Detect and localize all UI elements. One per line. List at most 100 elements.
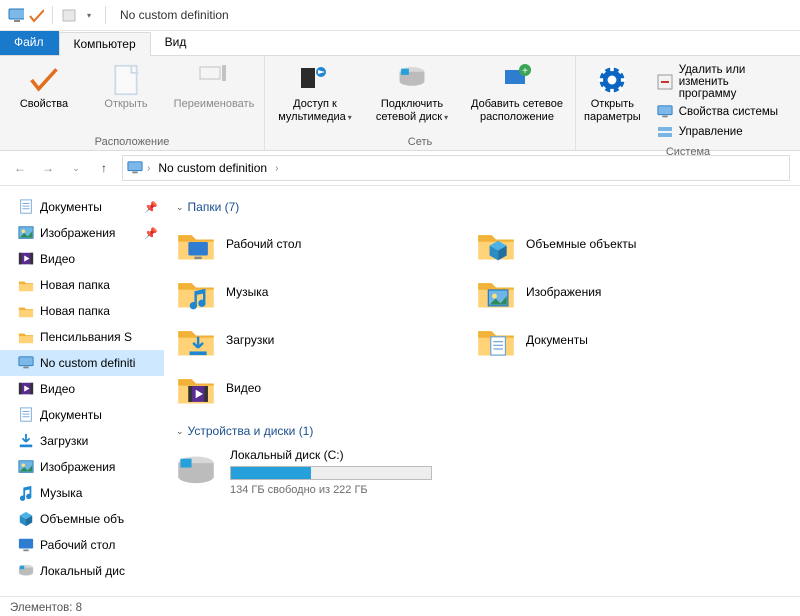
- downloads-folder-icon: [176, 320, 216, 360]
- folder-item[interactable]: Музыка: [176, 272, 436, 312]
- drive-item[interactable]: Локальный диск (C:) 134 ГБ свободно из 2…: [176, 448, 792, 496]
- desktop-icon: [18, 537, 34, 553]
- tree-item[interactable]: No custom definiti: [0, 350, 164, 376]
- open-button: Открыть: [90, 60, 162, 111]
- breadcrumb[interactable]: › No custom definition ›: [122, 155, 790, 181]
- 3d-folder-icon: [476, 224, 516, 264]
- pictures-icon: [18, 225, 34, 241]
- forward-button[interactable]: →: [38, 158, 58, 178]
- tree-item[interactable]: Изображения: [0, 454, 164, 480]
- tree-item[interactable]: Музыка: [0, 480, 164, 506]
- properties-button[interactable]: Свойства: [8, 60, 80, 111]
- tree-item-label: Изображения: [40, 226, 115, 240]
- ribbon-tabs: Файл Компьютер Вид: [0, 31, 800, 55]
- up-button[interactable]: ↑: [94, 158, 114, 178]
- downloads-icon: [18, 433, 34, 449]
- back-button[interactable]: ←: [10, 158, 30, 178]
- qat-pc-icon[interactable]: [8, 7, 24, 23]
- documents-folder-icon: [476, 320, 516, 360]
- folder-item[interactable]: Загрузки: [176, 320, 436, 360]
- tree-item[interactable]: Рабочий стол: [0, 532, 164, 558]
- status-bar: Элементов: 8: [0, 596, 800, 616]
- folder-label: Загрузки: [226, 333, 274, 347]
- tree-item[interactable]: Новая папка: [0, 298, 164, 324]
- separator: [105, 6, 106, 24]
- uninstall-program-button[interactable]: Удалить или изменить программу: [657, 64, 786, 100]
- tree-item-label: Музыка: [40, 486, 82, 500]
- ribbon-group-location: Свойства Открыть Переименовать Расположе…: [0, 56, 265, 150]
- tree-item[interactable]: Документы: [0, 402, 164, 428]
- open-settings-button[interactable]: Открыть параметры: [584, 60, 641, 124]
- documents-icon: [18, 199, 34, 215]
- add-network-location-button[interactable]: + Добавить сетевое расположение: [467, 60, 567, 124]
- qat-check-icon[interactable]: [28, 7, 44, 23]
- folder-label: Видео: [226, 381, 261, 395]
- documents-icon: [18, 407, 34, 423]
- tree-item-label: Локальный дис: [40, 564, 125, 578]
- folder-icon: [18, 303, 34, 319]
- folder-item[interactable]: Документы: [476, 320, 736, 360]
- tree-item-label: Видео: [40, 252, 75, 266]
- tree-item[interactable]: Новая папка: [0, 272, 164, 298]
- tree-item-label: Новая папка: [40, 278, 110, 292]
- separator: [52, 6, 53, 24]
- pictures-icon: [18, 459, 34, 475]
- tree-item-label: Пенсильвания S: [40, 330, 132, 344]
- tree-item-label: Загрузки: [40, 434, 88, 448]
- tree-item-label: No custom definiti: [40, 356, 135, 370]
- music-folder-icon: [176, 272, 216, 312]
- tab-view[interactable]: Вид: [151, 31, 202, 55]
- tab-file[interactable]: Файл: [0, 31, 59, 55]
- tree-item-label: Документы: [40, 408, 102, 422]
- qat-customize-dropdown[interactable]: ▾: [81, 7, 97, 23]
- tree-item[interactable]: Пенсильвания S: [0, 324, 164, 350]
- drive-name: Локальный диск (C:): [230, 448, 432, 462]
- ribbon-group-system: Открыть параметры Удалить или изменить п…: [576, 56, 800, 150]
- tree-item-label: Объемные объ: [40, 512, 124, 526]
- quick-access-toolbar: ▾: [4, 6, 114, 24]
- tree-item-label: Новая папка: [40, 304, 110, 318]
- tree-item-label: Видео: [40, 382, 75, 396]
- map-drive-button[interactable]: Подключить сетевой диск▾: [367, 60, 457, 124]
- breadcrumb-item[interactable]: No custom definition: [154, 161, 271, 175]
- manage-button[interactable]: Управление: [657, 124, 786, 140]
- titlebar: ▾ No custom definition: [0, 0, 800, 31]
- tree-item[interactable]: Загрузки: [0, 428, 164, 454]
- breadcrumb-pc-icon: [127, 160, 143, 176]
- folder-item[interactable]: Объемные объекты: [476, 224, 736, 264]
- rename-button: Переименовать: [172, 60, 256, 111]
- navigation-bar: ← → ⌄ ↑ › No custom definition ›: [0, 151, 800, 186]
- navigation-tree: Документы📌Изображения📌 Видео Новая папка Но…: [0, 186, 164, 596]
- tree-item[interactable]: Объемные объ: [0, 506, 164, 532]
- tree-item-label: Рабочий стол: [40, 538, 115, 552]
- tree-item[interactable]: Изображения📌: [0, 220, 164, 246]
- tree-item[interactable]: Локальный дис: [0, 558, 164, 584]
- folder-label: Объемные объекты: [526, 237, 636, 251]
- folder-label: Музыка: [226, 285, 268, 299]
- tree-item[interactable]: Видео: [0, 376, 164, 402]
- tab-computer[interactable]: Компьютер: [59, 32, 151, 56]
- folder-item[interactable]: Видео: [176, 368, 436, 408]
- qat-folder-icon[interactable]: [61, 7, 77, 23]
- tree-item[interactable]: Документы📌: [0, 194, 164, 220]
- tree-item-label: Документы: [40, 200, 102, 214]
- video-folder-icon: [176, 368, 216, 408]
- tree-item-label: Изображения: [40, 460, 115, 474]
- group-header-folders[interactable]: ⌄Папки (7): [176, 200, 792, 214]
- chevron-right-icon[interactable]: ›: [275, 163, 278, 174]
- drive-free-text: 134 ГБ свободно из 222 ГБ: [230, 484, 432, 496]
- chevron-right-icon[interactable]: ›: [147, 163, 150, 174]
- folder-label: Документы: [526, 333, 588, 347]
- tree-item[interactable]: Видео: [0, 246, 164, 272]
- ribbon: Свойства Открыть Переименовать Расположе…: [0, 55, 800, 151]
- svg-text:+: +: [522, 66, 528, 77]
- recent-dropdown[interactable]: ⌄: [66, 158, 86, 178]
- media-access-button[interactable]: Доступ к мультимедиа▾: [273, 60, 357, 124]
- thispc-icon: [18, 355, 34, 371]
- folder-item[interactable]: Изображения: [476, 272, 736, 312]
- folder-item[interactable]: Рабочий стол: [176, 224, 436, 264]
- content-pane: ⌄Папки (7) Рабочий стол Объемные объекты М…: [164, 186, 800, 596]
- group-header-drives[interactable]: ⌄Устройства и диски (1): [176, 424, 792, 438]
- disk-icon: [18, 563, 34, 579]
- system-properties-button[interactable]: Свойства системы: [657, 104, 786, 120]
